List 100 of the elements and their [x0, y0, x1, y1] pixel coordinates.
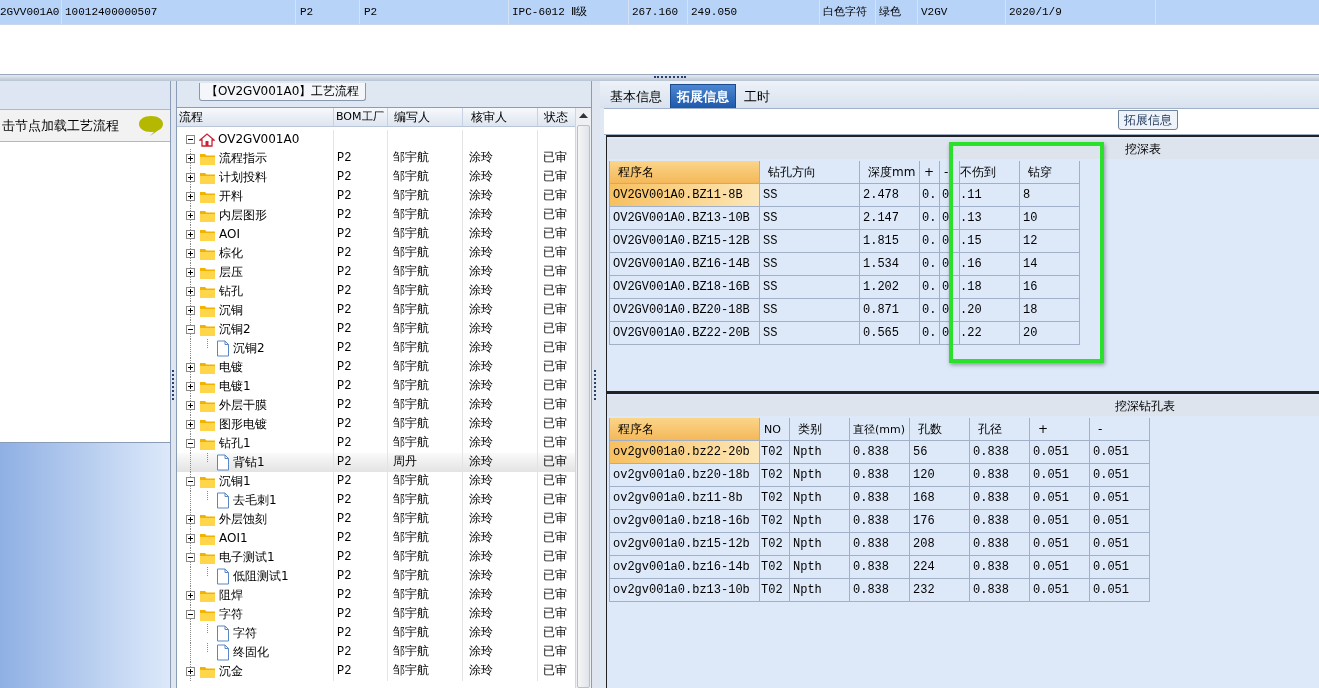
- tree-row[interactable]: 开料 P2 邹宇航 涂玲 已审: [177, 187, 575, 206]
- expand-icon[interactable]: [186, 154, 195, 163]
- column-header[interactable]: +: [1030, 418, 1090, 441]
- tree-label: 钻孔1: [219, 435, 251, 452]
- tree-row[interactable]: 字符 P2 邹宇航 涂玲 已审: [177, 605, 575, 624]
- tree-row[interactable]: 去毛刺1 P2 邹宇航 涂玲 已审: [177, 491, 575, 510]
- tree-row[interactable]: AOI1 P2 邹宇航 涂玲 已审: [177, 529, 575, 548]
- tree-row[interactable]: 层压 P2 邹宇航 涂玲 已审: [177, 263, 575, 282]
- tree-row[interactable]: 阻焊 P2 邹宇航 涂玲 已审: [177, 586, 575, 605]
- tree-row[interactable]: 沉铜2 P2 邹宇航 涂玲 已审: [177, 320, 575, 339]
- column-header[interactable]: 孔径: [970, 418, 1030, 441]
- tab[interactable]: 基本信息: [604, 85, 668, 108]
- tab[interactable]: 拓展信息: [670, 84, 736, 108]
- tree-label: 图形电镀: [219, 416, 267, 433]
- splitter-grip-icon[interactable]: [594, 369, 598, 400]
- column-header[interactable]: +: [920, 161, 940, 184]
- table-cell: 周丹: [388, 453, 463, 472]
- table-cell-text: 已审: [542, 511, 568, 528]
- collapse-icon[interactable]: [186, 135, 195, 144]
- column-header[interactable]: 编写人: [388, 108, 463, 126]
- column-header[interactable]: 钻穿: [1020, 161, 1080, 184]
- tree-row[interactable]: 图形电镀 P2 邹宇航 涂玲 已审: [177, 415, 575, 434]
- tree-row[interactable]: 外层干膜 P2 邹宇航 涂玲 已审: [177, 396, 575, 415]
- expand-icon[interactable]: [186, 382, 195, 391]
- expand-icon[interactable]: [186, 401, 195, 410]
- tab[interactable]: 工时: [738, 85, 776, 108]
- column-header[interactable]: 类别: [790, 418, 850, 441]
- splitter-grip-icon[interactable]: [171, 369, 176, 400]
- expand-icon[interactable]: [186, 173, 195, 182]
- tree-row[interactable]: OV2GV001A0: [177, 130, 575, 149]
- expand-icon[interactable]: [186, 420, 195, 429]
- expand-icon[interactable]: [186, 230, 195, 239]
- table-cell: 涂玲: [463, 510, 538, 529]
- table-cell: 0..: [920, 322, 940, 345]
- table-cell: Npth: [790, 556, 850, 579]
- table-cell: P2: [334, 491, 388, 510]
- tree-row[interactable]: 电镀1 P2 邹宇航 涂玲 已审: [177, 377, 575, 396]
- expand-icon[interactable]: [186, 211, 195, 220]
- column-header[interactable]: 深度mm: [860, 161, 920, 184]
- column-header[interactable]: 状态: [538, 108, 575, 126]
- tree-row[interactable]: 钻孔 P2 邹宇航 涂玲 已审: [177, 282, 575, 301]
- tree-label: 内层图形: [219, 207, 267, 224]
- column-header[interactable]: 程序名: [610, 418, 760, 441]
- tree-row[interactable]: 低阻测试1 P2 邹宇航 涂玲 已审: [177, 567, 575, 586]
- tree-row[interactable]: 沉铜1 P2 邹宇航 涂玲 已审: [177, 472, 575, 491]
- table-cell: OV2GV001A0.BZ22-20B: [610, 322, 760, 345]
- table-cell: 0.838: [970, 487, 1030, 510]
- column-header[interactable]: 不伤到: [960, 161, 1020, 184]
- table-row[interactable]: 2GVV001A0 10012400000507 P2 P2 IPC-6012 Ⅱ级 267.160 249.050 白色字符 绿色 V2GV 2020/1/9: [0, 0, 1319, 25]
- expand-icon[interactable]: [186, 268, 195, 277]
- folder-icon: [199, 246, 216, 261]
- tree-row[interactable]: 流程指示 P2 邹宇航 涂玲 已审: [177, 149, 575, 168]
- tree-row[interactable]: 沉铜2 P2 邹宇航 涂玲 已审: [177, 339, 575, 358]
- tree-row[interactable]: 电子测试1 P2 邹宇航 涂玲 已审: [177, 548, 575, 567]
- tree-row[interactable]: AOI P2 邹宇航 涂玲 已审: [177, 225, 575, 244]
- column-header[interactable]: 直径(mm): [850, 418, 910, 441]
- expand-icon[interactable]: [186, 667, 195, 676]
- tree-row[interactable]: 终固化 P2 邹宇航 涂玲 已审: [177, 643, 575, 662]
- table-cell: 0.871: [860, 299, 920, 322]
- table-cell-text: 已审: [542, 245, 568, 262]
- expand-icon[interactable]: [186, 287, 195, 296]
- hint-text: 击节点加载工艺流程: [2, 116, 119, 135]
- collapse-icon[interactable]: [186, 477, 195, 486]
- collapse-icon[interactable]: [186, 325, 195, 334]
- tree-row[interactable]: 电镀 P2 邹宇航 涂玲 已审: [177, 358, 575, 377]
- column-header[interactable]: 钻孔方向: [760, 161, 860, 184]
- expand-icon[interactable]: [186, 591, 195, 600]
- table-cell: 0.051: [1030, 533, 1090, 556]
- table-cell: 1.202: [860, 276, 920, 299]
- tree-row[interactable]: 内层图形 P2 邹宇航 涂玲 已审: [177, 206, 575, 225]
- tree-row[interactable]: 计划投料 P2 邹宇航 涂玲 已审: [177, 168, 575, 187]
- folder-icon: [199, 588, 216, 603]
- table-cell: 涂玲: [463, 548, 538, 567]
- collapse-icon[interactable]: [186, 610, 195, 619]
- column-header[interactable]: BOM工厂: [334, 108, 388, 126]
- collapse-icon[interactable]: [186, 439, 195, 448]
- column-header[interactable]: NO: [760, 418, 790, 441]
- table-cell: .18: [960, 276, 1020, 299]
- column-header[interactable]: 流程: [177, 108, 334, 126]
- tree-row[interactable]: 外层蚀刻 P2 邹宇航 涂玲 已审: [177, 510, 575, 529]
- tree-row[interactable]: 棕化 P2 邹宇航 涂玲 已审: [177, 244, 575, 263]
- scrollbar[interactable]: [575, 108, 591, 688]
- folder-icon: [199, 417, 216, 432]
- tree-row[interactable]: 背钻1 P2 周丹 涂玲 已审: [177, 453, 575, 472]
- expand-icon[interactable]: [186, 534, 195, 543]
- expand-icon[interactable]: [186, 249, 195, 258]
- tree-row[interactable]: 沉铜 P2 邹宇航 涂玲 已审: [177, 301, 575, 320]
- expand-icon[interactable]: [186, 515, 195, 524]
- expand-icon[interactable]: [186, 192, 195, 201]
- folder-icon: [199, 151, 216, 166]
- expand-icon[interactable]: [186, 363, 195, 372]
- column-header[interactable]: 核审人: [463, 108, 538, 126]
- expand-icon[interactable]: [186, 306, 195, 315]
- collapse-icon[interactable]: [186, 553, 195, 562]
- table-cell: 0.051: [1030, 441, 1090, 464]
- column-header[interactable]: -: [1090, 418, 1150, 441]
- column-header[interactable]: 程序名: [610, 161, 760, 184]
- tree-row[interactable]: 字符 P2 邹宇航 涂玲 已审: [177, 624, 575, 643]
- tree-row[interactable]: 沉金 P2 邹宇航 涂玲 已审: [177, 662, 575, 681]
- column-header[interactable]: 孔数: [910, 418, 970, 441]
